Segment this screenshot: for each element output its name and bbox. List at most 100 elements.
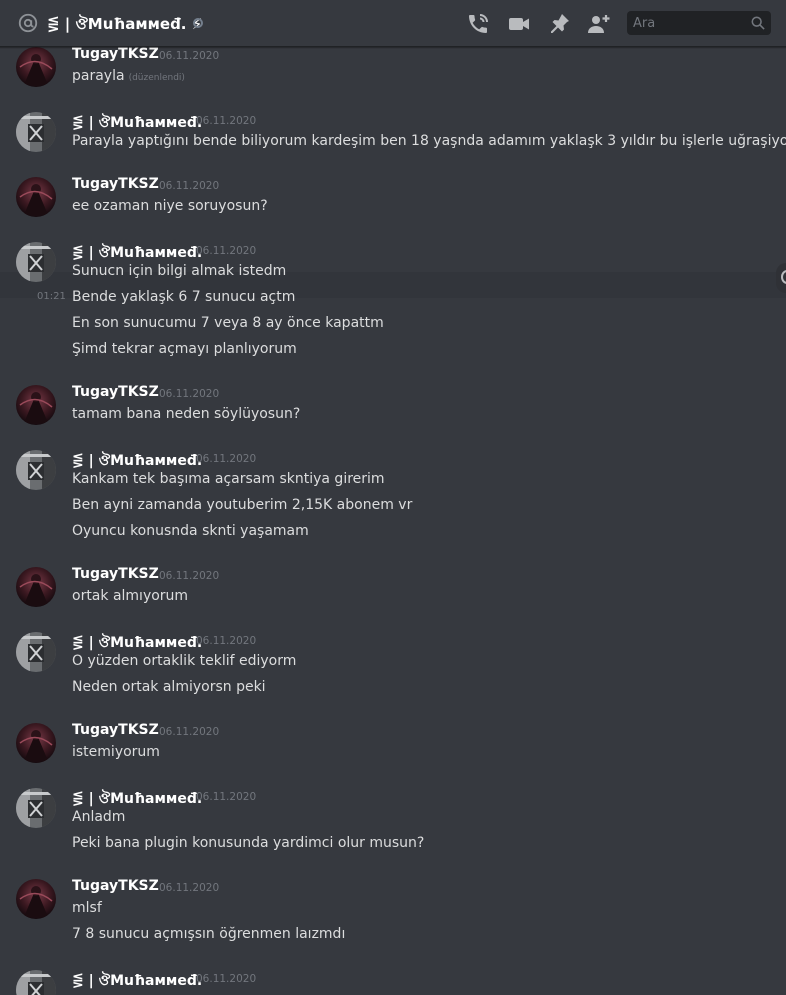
message-content: O yüzden ortaklik teklif ediyorm (72, 653, 297, 669)
timestamp: 06.11.2020 (159, 726, 220, 738)
username[interactable]: ⋚ | ঔMuħаммеđ. (72, 449, 202, 473)
message-group: TugayTKSZ 06.11.2020 mlsf 7 8 sunucu açmışs… (0, 870, 786, 946)
avatar[interactable] (16, 112, 56, 152)
message-text: ee ozaman niye soruyosun? (72, 198, 268, 214)
message-text: mlsf (72, 900, 102, 916)
username[interactable]: ⋚ | ঔMuħаммеđ. (72, 787, 202, 811)
message-content: Neden ortak almiyorsn peki (72, 679, 266, 695)
message-content: Parayla yaptığını bende biliyorum kardeş… (72, 133, 786, 149)
message-group: ⋚ | ঔMuħаммеđ. 06.11.2020 (0, 961, 786, 995)
timestamp: 06.11.2020 (196, 635, 257, 647)
username[interactable]: TugayTKSZ (72, 47, 159, 62)
search-input[interactable] (627, 11, 771, 35)
add-friend-icon[interactable] (587, 12, 611, 36)
message-text: Neden ortak almiyorsn peki (72, 679, 266, 695)
toggle-icon (781, 270, 786, 284)
username[interactable]: ⋚ | ঔMuħаммеđ. (72, 241, 202, 265)
message-text: Bende yaklaşk 6 7 sunucu açtm (72, 289, 295, 305)
voice-call-icon[interactable] (466, 12, 490, 36)
channel-title: ⋚ | ঔMuħаммеđ. ⚡ (47, 15, 203, 33)
username[interactable]: TugayTKSZ (72, 722, 159, 738)
message-group: TugayTKSZ 06.11.2020 ee ozaman niye soruyo… (0, 168, 786, 218)
username[interactable]: TugayTKSZ (72, 384, 159, 400)
message-group: ⋚ | ঔMuħаммеđ. 06.11.2020 Parayla yaptığın… (0, 103, 786, 153)
message-content: Oyuncu konusnda sknti yaşamam (72, 523, 309, 539)
timestamp: 06.11.2020 (196, 973, 257, 985)
message-content: mlsf (72, 900, 102, 916)
message-content: istemiyorum (72, 744, 160, 760)
message-content: 7 8 sunucu açmışsın öğrenmen laızmdı (72, 926, 346, 942)
search-icon (751, 16, 765, 30)
avatar[interactable] (16, 177, 56, 217)
message-text: O yüzden ortaklik teklif ediyorm (72, 653, 296, 669)
message-content: ee ozaman niye soruyosun? (72, 198, 268, 214)
message-group: ⋚ | ঔMuħаммеđ. 06.11.2020 Sunucn için bilg… (0, 233, 786, 361)
timestamp: 06.11.2020 (159, 882, 220, 894)
channel-header: ⋚ | ঔMuħаммеđ. ⚡ (0, 0, 786, 47)
username[interactable]: ⋚ | ঔMuħаммеđ. (72, 631, 202, 655)
message-text: Sunucn için bilgi almak istedm (72, 263, 286, 279)
message-group: TugayTKSZ 06.11.2020 ortak almıyorum (0, 558, 786, 608)
avatar[interactable] (16, 970, 56, 995)
message-text: Kankam tek başıma açarsam skntiya gireri… (72, 471, 385, 487)
search-box[interactable] (627, 11, 771, 35)
message-text: Ben ayni zamanda youtuberim 2,15K abonem… (72, 497, 412, 513)
message-text: ortak almıyorum (72, 588, 188, 604)
message-group: ⋚ | ঔMuħаммеđ. 06.11.2020 Kankam tek başım… (0, 441, 786, 543)
username[interactable]: TugayTKSZ (72, 878, 159, 894)
timestamp: 06.11.2020 (159, 50, 220, 62)
avatar[interactable] (16, 788, 56, 828)
message-content: Ben ayni zamanda youtuberim 2,15K abonem… (72, 497, 413, 513)
message-content: Sunucn için bilgi almak istedm (72, 263, 287, 279)
avatar[interactable] (16, 385, 56, 425)
avatar[interactable] (16, 632, 56, 672)
timestamp: 06.11.2020 (196, 245, 257, 257)
message-text: Şimd tekrar açmayı planlıyorum (72, 341, 297, 357)
username[interactable]: TugayTKSZ (72, 176, 159, 192)
message-content: Anladm (72, 809, 126, 825)
timestamp: 06.11.2020 (159, 388, 220, 400)
message-content: Şimd tekrar açmayı planlıyorum (72, 341, 297, 357)
avatar[interactable] (16, 242, 56, 282)
message-content: ortak almıyorum (72, 588, 189, 604)
timestamp: 06.11.2020 (159, 570, 220, 582)
avatar[interactable] (16, 567, 56, 607)
edited-label: (düzenlendi) (128, 73, 185, 83)
timestamp: 06.11.2020 (196, 791, 257, 803)
message-content: tamam bana neden söylüyosun? (72, 406, 301, 422)
avatar[interactable] (16, 723, 56, 763)
message-text: 7 8 sunucu açmışsın öğrenmen laızmdı (72, 926, 345, 942)
message-group: TugayTKSZ 06.11.2020 parayla (düzenlendi) (0, 47, 786, 88)
message-content: Bende yaklaşk 6 7 sunucu açtm (72, 289, 296, 305)
avatar[interactable] (16, 879, 56, 919)
message-group: TugayTKSZ 06.11.2020 tamam bana neden söyl… (0, 376, 786, 426)
message-text: Peki bana plugin konusunda yardimci olur… (72, 835, 424, 851)
timestamp: 06.11.2020 (196, 453, 257, 465)
message-group: ⋚ | ঔMuħаммеđ. 06.11.2020 O yüzden ortakli… (0, 623, 786, 699)
message-group: TugayTKSZ 06.11.2020 istemiyorum (0, 714, 786, 764)
pin-icon[interactable] (547, 12, 571, 36)
status-offline-icon (193, 18, 203, 28)
message-text: parayla (düzenlendi) (72, 68, 185, 84)
message-list: TugayTKSZ 06.11.2020 parayla (düzenlendi) ⋚ … (0, 47, 786, 995)
member-list-toggle[interactable] (776, 263, 786, 293)
username[interactable]: TugayTKSZ (72, 566, 159, 582)
video-call-icon[interactable] (507, 12, 531, 36)
message-group: ⋚ | ঔMuħаммеđ. 06.11.2020 Anladm Peki bana … (0, 779, 786, 855)
hover-timestamp: 01:21 (37, 291, 66, 302)
username[interactable]: ⋚ | ঔMuħаммеđ. (72, 111, 202, 135)
avatar[interactable] (16, 47, 56, 87)
message-text: Oyuncu konusnda sknti yaşamam (72, 523, 309, 539)
message-content: En son sunucumu 7 veya 8 ay önce kapattm (72, 315, 384, 331)
message-content: Peki bana plugin konusunda yardimci olur… (72, 835, 425, 851)
message-text: istemiyorum (72, 744, 160, 760)
avatar[interactable] (16, 450, 56, 490)
username[interactable]: ⋚ | ঔMuħаммеđ. (72, 969, 202, 993)
message-text: Anladm (72, 809, 125, 825)
timestamp: 06.11.2020 (196, 115, 257, 127)
message-text: Parayla yaptığını bende biliyorum kardeş… (72, 133, 786, 149)
message-text: En son sunucumu 7 veya 8 ay önce kapattm (72, 315, 384, 331)
timestamp: 06.11.2020 (159, 180, 220, 192)
at-sign-icon (18, 13, 38, 33)
message-text: tamam bana neden söylüyosun? (72, 406, 300, 422)
